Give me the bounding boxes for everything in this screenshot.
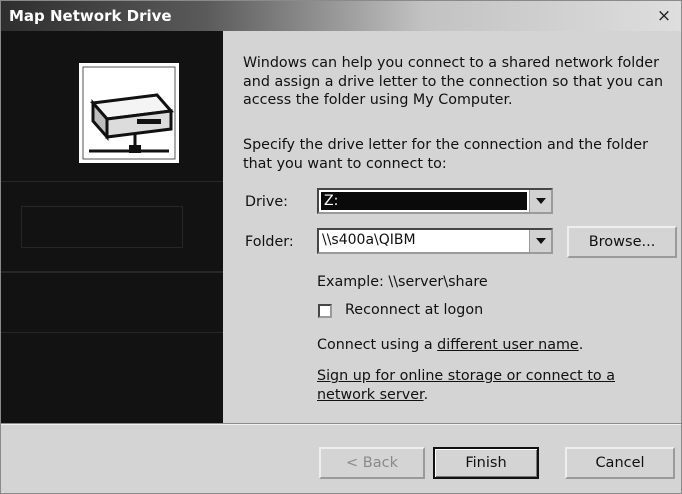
- example-text: Example: \\server\share: [317, 274, 488, 290]
- instruction-text: Specify the drive letter for the connect…: [243, 137, 648, 172]
- folder-input[interactable]: \\s400a\QIBM: [317, 228, 553, 254]
- connect-using-prefix: Connect using a: [317, 337, 438, 353]
- folder-value: \\s400a\QIBM: [322, 232, 416, 248]
- drive-selection: Z:: [321, 192, 527, 210]
- drive-select[interactable]: Z:: [317, 188, 553, 214]
- different-user-name-link[interactable]: different user name: [437, 337, 579, 353]
- signup-link[interactable]: Sign up for online storage or connect to…: [317, 367, 615, 404]
- folder-label: Folder:: [245, 234, 294, 250]
- finish-button[interactable]: Finish: [433, 447, 539, 479]
- cancel-button[interactable]: Cancel: [565, 447, 675, 479]
- wizard-side-panel: [1, 31, 223, 423]
- network-server-link[interactable]: network server: [317, 387, 424, 403]
- map-network-drive-window: Map Network Drive × Windows can help you…: [0, 0, 682, 494]
- intro-text: Windows can help you connect to a shared…: [243, 55, 664, 108]
- network-drive-icon: [79, 63, 179, 163]
- close-icon[interactable]: ×: [653, 6, 675, 26]
- connect-using-suffix: .: [578, 337, 584, 353]
- background-graphic: [21, 206, 183, 248]
- drive-label: Drive:: [245, 194, 288, 210]
- connect-using-text: Connect using a different user name.: [317, 336, 583, 355]
- title-bar[interactable]: Map Network Drive ×: [1, 1, 681, 31]
- background-graphic: [1, 271, 223, 333]
- signup-suffix: .: [423, 386, 429, 403]
- window-title: Map Network Drive: [9, 7, 172, 25]
- chevron-down-icon[interactable]: [529, 230, 551, 252]
- reconnect-checkbox[interactable]: [318, 304, 332, 318]
- drive-value: Z:: [324, 193, 339, 209]
- reconnect-label[interactable]: Reconnect at logon: [345, 302, 483, 318]
- separator: [1, 424, 681, 425]
- browse-button[interactable]: Browse...: [567, 226, 677, 258]
- signup-link-line1[interactable]: Sign up for online storage or connect to…: [317, 368, 615, 384]
- chevron-down-icon[interactable]: [529, 190, 551, 212]
- back-button[interactable]: < Back: [319, 447, 425, 479]
